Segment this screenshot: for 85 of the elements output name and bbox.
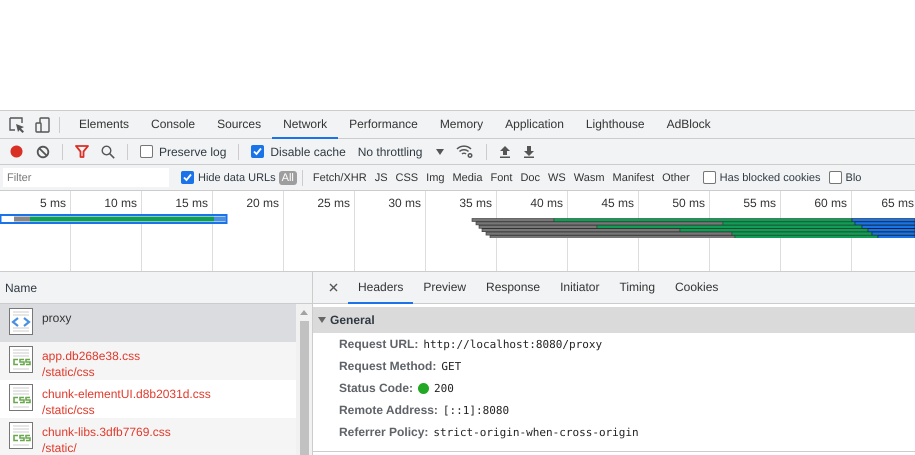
request-row[interactable]: proxy	[0, 304, 296, 342]
time-tick: 5 ms	[40, 196, 66, 210]
record-icon[interactable]	[9, 144, 24, 159]
header-key: Status Code:	[339, 381, 414, 395]
upload-icon[interactable]	[499, 145, 512, 158]
filter-field[interactable]: Filter	[3, 168, 169, 187]
header-key: Request Method:	[339, 359, 436, 373]
time-tick: 40 ms	[530, 196, 563, 210]
details-tab[interactable]: Timing	[609, 272, 666, 304]
panel-tab[interactable]: Sources	[206, 111, 272, 139]
time-tick: 50 ms	[672, 196, 705, 210]
type-filter[interactable]: Wasm	[570, 170, 608, 184]
throttling-select[interactable]: No throttling	[358, 144, 444, 158]
type-filter[interactable]: JS	[372, 170, 391, 184]
time-tick: 15 ms	[175, 196, 208, 210]
type-filter[interactable]: Doc	[517, 170, 544, 184]
request-path: /static/	[42, 441, 78, 455]
request-row[interactable]: chunk-libs.3dfb7769.css /static/	[0, 418, 296, 455]
checkbox-option[interactable]: Disable cache	[251, 144, 346, 158]
details-tab[interactable]: Initiator	[550, 272, 610, 304]
download-icon[interactable]	[523, 145, 536, 158]
request-name: chunk-libs.3dfb7769.css	[42, 425, 171, 439]
time-tick: 20 ms	[246, 196, 279, 210]
checkbox-option[interactable]: Preserve log	[140, 144, 226, 158]
panel-tab[interactable]: Elements	[68, 111, 140, 139]
check-icon	[183, 173, 192, 182]
type-filter[interactable]: WS	[545, 170, 569, 184]
type-filter[interactable]: Media	[450, 170, 486, 184]
panel-tab[interactable]: Lighthouse	[574, 111, 656, 139]
wifi-settings-icon[interactable]	[456, 144, 474, 159]
section-header[interactable]: General	[313, 307, 915, 333]
close-icon	[329, 282, 338, 292]
request-row[interactable]: app.db268e38.css /static/css	[0, 342, 296, 380]
scrollbar[interactable]	[296, 304, 312, 455]
header-key: Request URL:	[339, 337, 418, 351]
details-tab[interactable]: Response	[476, 272, 550, 304]
details-tab[interactable]: Headers	[348, 272, 414, 304]
filter-icon[interactable]	[75, 145, 89, 158]
caret-icon	[436, 148, 444, 154]
header-value: 200	[434, 382, 454, 394]
panel-tab[interactable]: Performance	[338, 111, 429, 139]
panel-tab[interactable]: AdBlock	[656, 111, 722, 139]
request-name: chunk-elementUI.d8b2031d.css	[42, 387, 211, 401]
checkbox-option[interactable]: Has blocked cookies	[702, 171, 821, 184]
panel-tab[interactable]: Application	[494, 111, 575, 139]
time-tick: 55 ms	[743, 196, 776, 210]
time-tick: 35 ms	[459, 196, 492, 210]
header-value: http://localhost:8080/proxy	[423, 338, 602, 350]
header-value: [::1]:8080	[442, 404, 510, 416]
type-filter[interactable]: Other	[659, 170, 693, 184]
css-file-icon	[9, 422, 33, 449]
css-file-icon	[9, 384, 33, 411]
type-filter[interactable]: Font	[487, 170, 516, 184]
panel-tab[interactable]: Memory	[428, 111, 494, 139]
request-path: /static/css	[42, 403, 96, 417]
details-tab[interactable]: Cookies	[665, 272, 728, 304]
checkbox-option[interactable]: Blo	[828, 171, 862, 184]
time-tick: 10 ms	[104, 196, 137, 210]
check-icon	[253, 147, 262, 156]
checkbox-option[interactable]: Hide data URLs	[181, 171, 276, 184]
type-filter[interactable]: CSS	[392, 170, 422, 184]
time-tick: 30 ms	[388, 196, 421, 210]
request-path: /static/css	[42, 365, 96, 379]
type-filter[interactable]: Fetch/XHR	[310, 170, 370, 184]
column-header: Name	[5, 280, 38, 294]
request-name: proxy	[42, 311, 72, 325]
type-filter[interactable]: Manifest	[610, 170, 658, 184]
type-filter[interactable]: Img	[423, 170, 448, 184]
panel-tab[interactable]: Console	[140, 111, 206, 139]
time-tick: 65 ms	[881, 196, 914, 210]
request-name: app.db268e38.css	[42, 349, 140, 363]
css-file-icon	[9, 346, 33, 373]
header-value: GET	[441, 360, 462, 372]
device-icon[interactable]	[35, 116, 51, 132]
search-icon[interactable]	[101, 144, 115, 158]
time-tick: 25 ms	[317, 196, 350, 210]
details-tab[interactable]: Preview	[413, 272, 476, 304]
header-key: Remote Address:	[339, 403, 438, 417]
clear-icon[interactable]	[36, 144, 50, 158]
header-key: Referrer Policy:	[339, 425, 428, 439]
inspect-icon[interactable]	[9, 116, 25, 132]
time-tick: 60 ms	[814, 196, 847, 210]
header-value: strict-origin-when-cross-origin	[433, 426, 639, 438]
document-icon	[9, 308, 33, 335]
time-tick: 45 ms	[601, 196, 634, 210]
